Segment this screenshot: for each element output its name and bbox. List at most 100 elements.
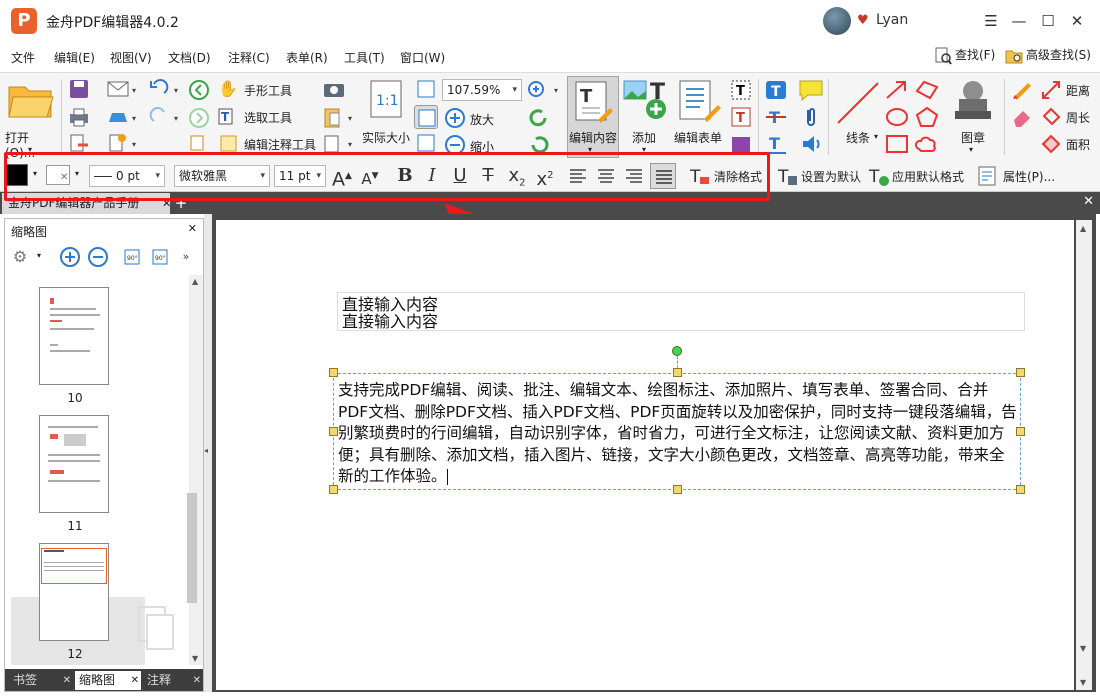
- collapse-panel-icon[interactable]: ◂: [204, 446, 212, 455]
- back-icon[interactable]: [188, 79, 210, 101]
- resize-handle-nw[interactable]: [329, 368, 338, 377]
- attachment-icon[interactable]: [800, 106, 822, 128]
- menu-icon[interactable]: ☰: [978, 8, 1004, 34]
- fit-visible-icon[interactable]: [416, 133, 436, 153]
- arrow-shape-icon[interactable]: [884, 79, 910, 101]
- sound-icon[interactable]: [800, 133, 824, 155]
- close-document-icon[interactable]: ✕: [1083, 194, 1094, 209]
- resize-handle-ne[interactable]: [1016, 368, 1025, 377]
- panel-close-icon[interactable]: ✕: [188, 222, 197, 235]
- text-block-1[interactable]: 直接输入内容 直接输入内容: [337, 292, 1025, 331]
- menu-form[interactable]: 表单(R): [286, 49, 328, 66]
- strikeout-icon[interactable]: T: [764, 106, 788, 128]
- polygon-icon[interactable]: [914, 106, 940, 128]
- save-icon[interactable]: [68, 79, 90, 99]
- ellipse-icon[interactable]: [884, 106, 910, 128]
- fit-page-icon[interactable]: [416, 79, 436, 99]
- resize-handle-n[interactable]: [673, 368, 682, 377]
- scroll-up-icon[interactable]: ▲: [1080, 224, 1086, 233]
- cloud-shape-icon[interactable]: [914, 133, 940, 155]
- clipboard-icon[interactable]: ▾: [322, 107, 356, 129]
- settings-dropdown[interactable]: ▾: [37, 251, 41, 260]
- edit-form-button[interactable]: 编辑表单: [672, 77, 728, 157]
- forward-icon[interactable]: [188, 107, 210, 129]
- open-button[interactable]: 打开(O)... ▾: [4, 77, 58, 160]
- maximize-button[interactable]: ☐: [1035, 8, 1061, 34]
- eraser-icon[interactable]: [1010, 106, 1034, 128]
- line-tool-button[interactable]: 线条 ▾: [832, 77, 882, 157]
- set-default-icon: T: [777, 167, 797, 187]
- menu-comment[interactable]: 注释(C): [228, 49, 270, 66]
- thumbnail-page-12[interactable]: [39, 543, 109, 641]
- zoom-tool-icon[interactable]: ▾: [526, 79, 562, 101]
- find-button[interactable]: 查找(F): [934, 46, 995, 68]
- thumbnail-scrollbar[interactable]: ▲ ▼: [189, 275, 203, 665]
- resize-handle-s[interactable]: [673, 485, 682, 494]
- text-field-icon[interactable]: T: [730, 106, 752, 128]
- enlarge-thumbnail-icon[interactable]: [59, 246, 81, 268]
- zoom-in-button[interactable]: 放大: [444, 107, 504, 129]
- redo-icon[interactable]: ▾: [148, 107, 182, 127]
- rotate-cw-90-icon[interactable]: 90°: [149, 246, 171, 268]
- svg-text:T: T: [221, 110, 230, 124]
- resize-handle-w[interactable]: [329, 427, 338, 436]
- zoom-combo[interactable]: 107.59% ▾: [442, 79, 522, 101]
- snapshot-icon[interactable]: [322, 79, 346, 99]
- actual-size-button[interactable]: 1:1 实际大小: [362, 77, 412, 157]
- thumbnail-page-10[interactable]: [39, 287, 109, 385]
- properties-button[interactable]: 属性(P)...: [977, 165, 1067, 187]
- tab-thumbnails[interactable]: 缩略图 ✕: [75, 671, 141, 690]
- svg-text:T: T: [736, 84, 745, 99]
- menu-file[interactable]: 文件: [11, 49, 35, 66]
- select-tool-button[interactable]: T 选取工具: [218, 106, 308, 128]
- rectangle-icon[interactable]: [884, 133, 910, 155]
- edit-content-button[interactable]: T 编辑内容 ▾: [567, 76, 619, 158]
- fit-width-icon[interactable]: [414, 105, 438, 129]
- settings-icon[interactable]: ⚙: [9, 246, 31, 268]
- text-box-tool-icon[interactable]: T: [730, 79, 752, 101]
- minimize-button[interactable]: —: [1006, 8, 1032, 34]
- pencil-icon[interactable]: [1010, 79, 1034, 101]
- menu-view[interactable]: 视图(V): [110, 49, 152, 66]
- print-icon[interactable]: [68, 107, 90, 127]
- undo-icon[interactable]: ▾: [148, 79, 182, 99]
- hand-tool-button[interactable]: ✋ 手形工具: [218, 79, 308, 101]
- cloud-icon[interactable]: ▾: [106, 107, 140, 127]
- menu-window[interactable]: 窗口(W): [400, 49, 445, 66]
- add-button[interactable]: T 添加 ▾: [622, 77, 670, 157]
- advanced-find-button[interactable]: 高级查找(S): [1005, 46, 1091, 68]
- rotate-left-icon[interactable]: [528, 107, 550, 129]
- thumbnail-page-11[interactable]: [39, 415, 109, 513]
- scroll-down-icon[interactable]: ▼: [1080, 644, 1086, 653]
- stamp-button[interactable]: 图章 ▾: [945, 77, 1001, 157]
- menu-document[interactable]: 文档(D): [168, 49, 211, 66]
- resize-handle-se[interactable]: [1016, 485, 1025, 494]
- user-name[interactable]: Lyan: [876, 12, 908, 28]
- set-as-default-button[interactable]: T 设置为默认: [776, 165, 866, 187]
- more-tools-icon[interactable]: »: [175, 246, 197, 268]
- document-scrollbar[interactable]: [1076, 220, 1092, 690]
- resize-handle-sw[interactable]: [329, 485, 338, 494]
- polyline-icon[interactable]: [914, 79, 940, 101]
- menu-tools[interactable]: 工具(T): [344, 49, 385, 66]
- perimeter-button[interactable]: 周长: [1040, 106, 1098, 128]
- distance-button[interactable]: 距离: [1040, 79, 1098, 101]
- edit-content-icon: T: [575, 81, 613, 123]
- resize-handle-e[interactable]: [1016, 427, 1025, 436]
- menu-edit[interactable]: 编辑(E): [54, 49, 95, 66]
- reduce-thumbnail-icon[interactable]: [87, 246, 109, 268]
- thumbnail-scroll-thumb[interactable]: [187, 493, 197, 603]
- avatar[interactable]: [823, 7, 851, 35]
- apply-default-format-button[interactable]: T 应用默认格式: [867, 165, 971, 187]
- scroll-bottom-icon[interactable]: ▼: [1080, 678, 1086, 687]
- area-button[interactable]: 面积: [1040, 133, 1098, 155]
- tab-comments[interactable]: 注释 ✕: [143, 671, 203, 690]
- rotate-ccw-90-icon[interactable]: 90°: [121, 246, 143, 268]
- rotate-handle[interactable]: [672, 346, 682, 356]
- note-icon[interactable]: [798, 79, 824, 101]
- email-icon[interactable]: ▾: [106, 79, 140, 99]
- close-button[interactable]: ✕: [1064, 8, 1090, 34]
- typewriter-icon[interactable]: T: [764, 79, 788, 101]
- paragraph-text[interactable]: 支持完成PDF编辑、阅读、批注、编辑文本、绘图标注、添加照片、填写表单、签署合同…: [338, 380, 1018, 488]
- tab-bookmarks[interactable]: 书签 ✕: [9, 671, 73, 690]
